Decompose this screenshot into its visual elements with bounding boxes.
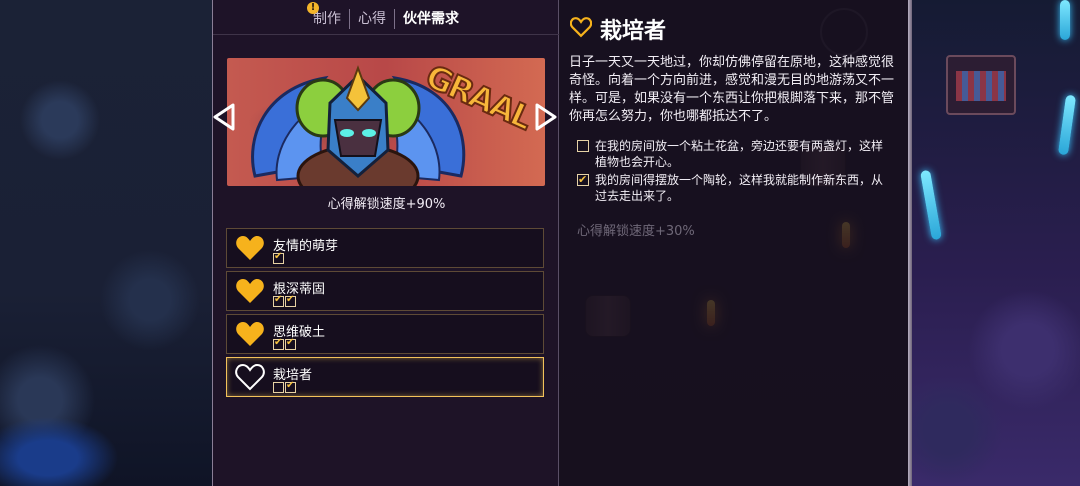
list-item-title: 友情的萌芽 [273, 239, 339, 254]
outline-heart-icon [570, 17, 592, 38]
check-icon [285, 380, 296, 393]
task-item: 我的房间得摆放一个陶轮，这样我就能制作新东西，从过去走出来了。 [577, 172, 889, 204]
check-icon [285, 337, 296, 350]
task-text: 在我的房间放一个粘土花盆，旁边还要有两盏灯，这样植物也会开心。 [595, 139, 884, 169]
tab-companion-needs-label: 伙伴需求 [403, 11, 459, 27]
checked-checkbox-icon [577, 172, 589, 188]
list-item-checks [273, 380, 296, 393]
filled-heart-icon [236, 279, 264, 303]
detail-description: 日子一天又一天地过，你却仿佛停留在原地，这种感觉很奇怪。向着一个方向前进，感觉和… [569, 55, 895, 124]
check-icon [285, 294, 296, 307]
task-item: 在我的房间放一个粘土花盆，旁边还要有两盏灯，这样植物也会开心。 [577, 138, 889, 170]
companion-portrait-banner: GRAAL [227, 58, 545, 186]
check-icon [273, 294, 284, 307]
check-icon [273, 251, 284, 264]
storage-crate [946, 55, 1016, 115]
outline-heart-icon [235, 363, 265, 391]
tab-insights[interactable]: 心得 [350, 6, 394, 32]
empty-checkbox-icon [577, 140, 589, 152]
insight-detail-panel: 栽培者 日子一天又一天地过，你却仿佛停留在原地，这种感觉很奇怪。向着一个方向前进… [559, 0, 908, 486]
tab-companion-needs[interactable]: 伙伴需求 [395, 6, 467, 32]
list-item-checks [273, 251, 284, 264]
list-item-checks [273, 337, 296, 350]
crystal-decoration [1060, 0, 1070, 40]
list-item[interactable]: 根深蒂固 [226, 271, 544, 311]
companion-panel: ! 制作 心得 伙伴需求 GRAAL 心得解锁速度+90% 友情的萌芽 ✔ 根深… [211, 0, 560, 486]
tab-bar: ! 制作 心得 伙伴需求 [305, 2, 467, 32]
alert-badge-icon: ! [307, 2, 319, 14]
detail-title: 栽培者 [600, 19, 667, 44]
filled-heart-icon [236, 322, 264, 346]
list-item-selected[interactable]: 栽培者 [226, 357, 544, 397]
check-icon [273, 337, 284, 350]
tab-crafting-label: 制作 [313, 11, 341, 27]
list-item[interactable]: 思维破土 [226, 314, 544, 354]
tab-divider-line [213, 34, 560, 35]
list-item-checks [273, 294, 296, 307]
task-text: 我的房间得摆放一个陶轮，这样我就能制作新东西，从过去走出来了。 [595, 173, 884, 203]
tab-insights-label: 心得 [358, 11, 386, 27]
list-item[interactable]: 友情的萌芽 [226, 228, 544, 268]
forest-area [0, 0, 212, 486]
insight-speed-caption: 心得解锁速度+90% [327, 197, 446, 212]
panel-border [908, 0, 912, 486]
prev-companion-arrow-icon[interactable] [211, 102, 237, 132]
filled-heart-icon [236, 236, 264, 260]
detail-bonus: 心得解锁速度+30% [577, 224, 695, 239]
next-companion-arrow-icon[interactable] [533, 102, 559, 132]
empty-check-icon [273, 382, 284, 393]
insight-list: 友情的萌芽 根深蒂固 思维破土 [226, 228, 544, 400]
tab-crafting[interactable]: ! 制作 [305, 2, 349, 32]
